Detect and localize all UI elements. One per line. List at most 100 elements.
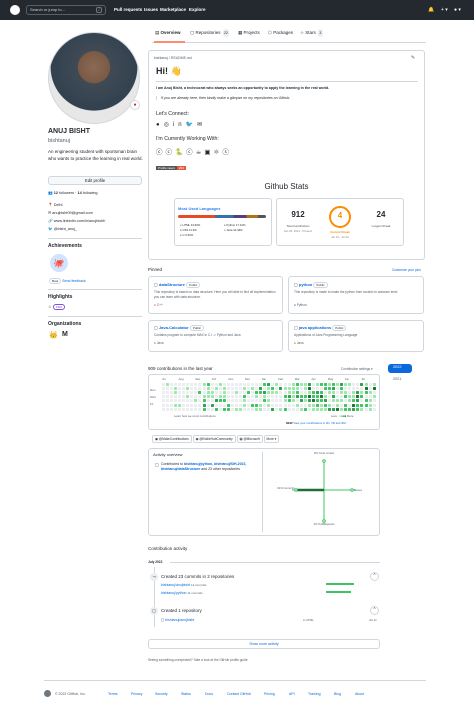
contrib-day-cell[interactable]: [279, 395, 283, 399]
contrib-day-cell[interactable]: [255, 383, 259, 386]
contrib-day-cell[interactable]: [267, 383, 271, 386]
contrib-day-cell[interactable]: [186, 395, 190, 399]
contrib-day-cell[interactable]: [198, 391, 202, 395]
org-filter-microsoft[interactable]: ▦ @Microsoft: [236, 435, 263, 443]
contrib-day-cell[interactable]: [182, 387, 186, 391]
contrib-day-cell[interactable]: [332, 391, 336, 395]
contrib-day-cell[interactable]: [174, 383, 178, 386]
contrib-day-cell[interactable]: [271, 407, 275, 411]
contrib-day-cell[interactable]: [356, 387, 360, 391]
contrib-day-cell[interactable]: [372, 407, 376, 411]
contrib-day-cell[interactable]: [311, 395, 315, 399]
contrib-day-cell[interactable]: [303, 399, 307, 403]
contrib-day-cell[interactable]: [206, 403, 210, 407]
contrib-day-cell[interactable]: [218, 383, 222, 386]
contrib-day-cell[interactable]: [255, 399, 259, 403]
contrib-day-cell[interactable]: [243, 395, 246, 399]
contrib-day-cell[interactable]: [364, 403, 368, 407]
edit-pencil-icon[interactable]: ✎: [411, 55, 415, 61]
contrib-day-cell[interactable]: [303, 407, 307, 411]
contrib-day-cell[interactable]: [234, 391, 238, 395]
contrib-day-cell[interactable]: [332, 399, 336, 403]
contrib-day-cell[interactable]: [336, 403, 340, 407]
footer-blog[interactable]: Blog: [334, 692, 341, 696]
contrib-day-cell[interactable]: [307, 399, 311, 403]
contrib-day-cell[interactable]: [190, 387, 194, 391]
contrib-day-cell[interactable]: [307, 387, 311, 391]
contrib-day-cell[interactable]: [328, 395, 332, 399]
contrib-day-cell[interactable]: [166, 383, 170, 386]
contrib-day-cell[interactable]: [198, 383, 202, 386]
contrib-day-cell[interactable]: [356, 407, 360, 411]
contrib-day-cell[interactable]: [315, 407, 319, 411]
contrib-day-cell[interactable]: [315, 387, 319, 391]
contrib-day-cell[interactable]: [226, 395, 230, 399]
contrib-day-cell[interactable]: [247, 407, 251, 411]
contrib-day-cell[interactable]: [295, 383, 299, 386]
contrib-day-cell[interactable]: [275, 399, 279, 403]
contrib-day-cell[interactable]: [368, 383, 372, 386]
footer-docs[interactable]: Docs: [205, 692, 213, 696]
contrib-day-cell[interactable]: [271, 399, 275, 403]
contrib-day-cell[interactable]: [230, 395, 234, 399]
contrib-day-cell[interactable]: [234, 387, 238, 391]
contrib-day-cell[interactable]: [194, 403, 198, 407]
contrib-day-cell[interactable]: [230, 383, 234, 386]
contrib-day-cell[interactable]: [348, 403, 352, 407]
contrib-day-cell[interactable]: [222, 403, 226, 407]
contrib-day-cell[interactable]: [186, 407, 190, 411]
contrib-day-cell[interactable]: [283, 383, 287, 386]
user-menu-avatar[interactable]: ● ▾: [454, 6, 461, 14]
contrib-day-cell[interactable]: [295, 387, 299, 391]
contrib-settings-menu[interactable]: Contribution settings ▾: [341, 367, 373, 371]
contrib-day-cell[interactable]: [210, 387, 214, 391]
contrib-day-cell[interactable]: [336, 395, 340, 399]
contrib-day-cell[interactable]: [287, 407, 291, 411]
contrib-day-cell[interactable]: [299, 403, 303, 407]
org-avatar-2[interactable]: M: [62, 331, 68, 338]
contrib-day-cell[interactable]: [166, 399, 170, 403]
footer-pricing[interactable]: Pricing: [264, 692, 275, 696]
contrib-day-cell[interactable]: [202, 407, 206, 411]
contrib-day-cell[interactable]: [214, 407, 218, 411]
website-line[interactable]: 🔗 www.linkedin.com/in/anujbisht/: [48, 219, 105, 224]
contrib-day-cell[interactable]: [336, 399, 340, 403]
contrib-day-cell[interactable]: [178, 387, 182, 391]
new-3d-banner[interactable]: NEW View your contributions in 3D, VR an…: [286, 421, 346, 425]
contrib-day-cell[interactable]: [162, 395, 165, 399]
contrib-day-cell[interactable]: [311, 399, 315, 403]
contrib-day-cell[interactable]: [364, 407, 368, 411]
contrib-day-cell[interactable]: [352, 395, 356, 399]
contrib-day-cell[interactable]: [222, 387, 226, 391]
contrib-day-cell[interactable]: [182, 383, 186, 386]
contrib-day-cell[interactable]: [328, 391, 332, 395]
contrib-day-cell[interactable]: [287, 383, 291, 386]
contrib-day-cell[interactable]: [230, 407, 234, 411]
send-feedback-link[interactable]: Send feedback: [62, 279, 85, 283]
contrib-day-cell[interactable]: [332, 403, 336, 407]
contrib-day-cell[interactable]: [190, 403, 194, 407]
contrib-day-cell[interactable]: [238, 403, 242, 407]
contrib-day-cell[interactable]: [283, 399, 287, 403]
contrib-day-cell[interactable]: [271, 395, 275, 399]
contrib-day-cell[interactable]: [210, 407, 214, 411]
contrib-day-cell[interactable]: [271, 391, 275, 395]
contrib-day-cell[interactable]: [263, 383, 267, 386]
contrib-day-cell[interactable]: [324, 391, 327, 395]
contrib-day-cell[interactable]: [356, 399, 360, 403]
contrib-day-cell[interactable]: [214, 395, 218, 399]
contrib-day-cell[interactable]: [166, 395, 170, 399]
contrib-day-cell[interactable]: [340, 403, 344, 407]
contrib-day-cell[interactable]: [315, 403, 319, 407]
contrib-day-cell[interactable]: [267, 399, 271, 403]
contrib-day-cell[interactable]: [251, 383, 255, 386]
contrib-day-cell[interactable]: [230, 391, 234, 395]
contrib-day-cell[interactable]: [328, 399, 332, 403]
contrib-day-cell[interactable]: [275, 387, 279, 391]
contrib-day-cell[interactable]: [243, 383, 246, 386]
contrib-day-cell[interactable]: [174, 403, 178, 407]
contrib-day-cell[interactable]: [291, 399, 295, 403]
contrib-day-cell[interactable]: [170, 387, 174, 391]
contrib-day-cell[interactable]: [166, 391, 170, 395]
contrib-day-cell[interactable]: [283, 387, 287, 391]
